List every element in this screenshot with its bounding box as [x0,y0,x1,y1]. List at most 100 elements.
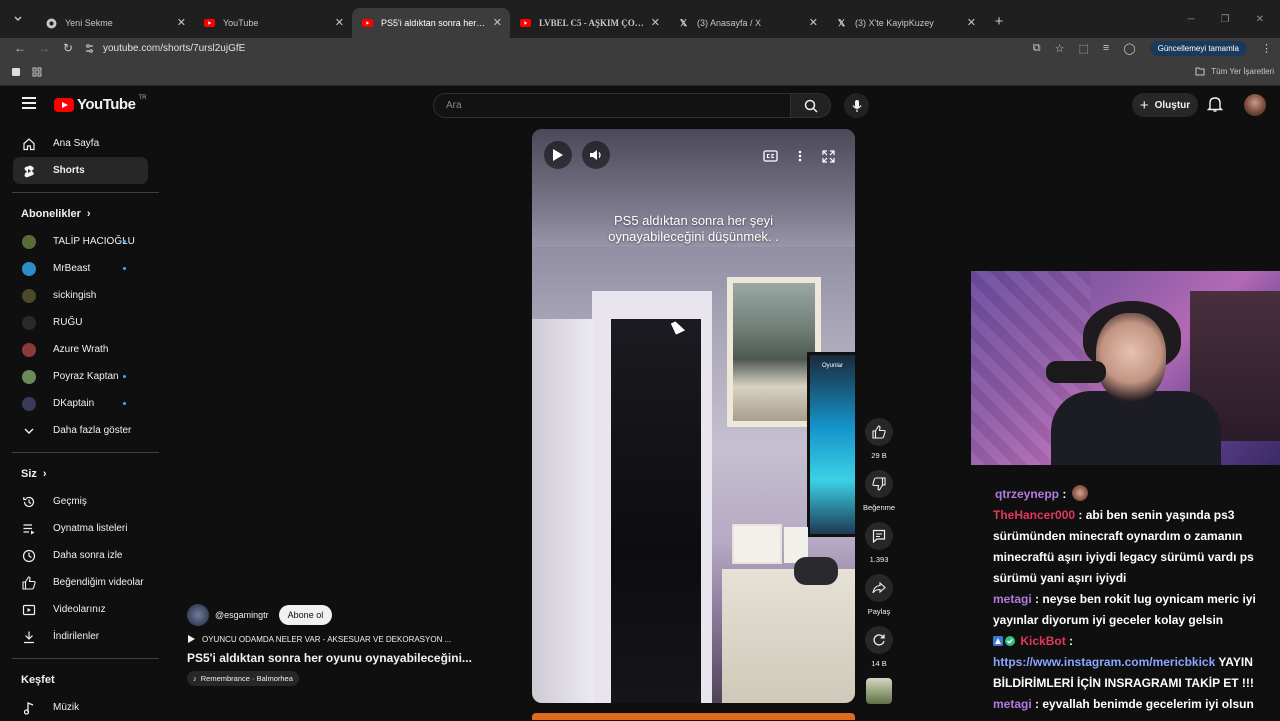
sidebar-subscription-item[interactable]: DKaptain [13,390,148,417]
close-icon[interactable]: ✕ [493,16,502,29]
notifications-bell-icon[interactable] [1207,96,1223,113]
sidebar-subscription-item[interactable]: MrBeast [13,255,148,282]
maximize-icon[interactable]: ❐ [1221,14,1230,25]
account-avatar[interactable] [1244,94,1266,116]
install-app-icon[interactable]: ⧉ [1033,42,1041,55]
next-short-preview[interactable] [532,713,855,720]
chat-link[interactable]: https://www.instagram.com/mericbkick [993,655,1215,669]
close-icon[interactable]: ✕ [967,16,976,29]
close-icon[interactable]: ✕ [809,16,818,29]
remix-button[interactable]: 14 B [860,626,898,678]
subscribe-button[interactable]: Abone ol [278,605,333,625]
volume-button[interactable] [582,141,610,169]
search-button[interactable] [791,93,831,118]
channel-avatar[interactable] [187,604,209,626]
like-button[interactable]: 29 B [860,418,898,470]
captions-icon[interactable] [763,150,778,162]
like-count: 29 B [871,451,887,460]
reload-icon[interactable]: ↻ [56,41,80,55]
music-chip[interactable]: ♪ Remembrance · Balmorhea [187,671,299,686]
voice-search-button[interactable] [844,93,869,118]
create-button[interactable]: + Oluştur [1132,93,1198,117]
sidebar: Ana Sayfa Shorts Abonelikler › TALİP HAC… [0,130,160,720]
subscriptions-heading[interactable]: Abonelikler › [0,200,160,228]
browser-tab[interactable]: LVBEL C5 - AŞKIM ÇOK PARDON ✕ [510,8,668,38]
address-bar: ← → ↻ youtube.com/shorts/7ursl2ujGfE ⧉ ☆… [0,38,1280,58]
channel-avatar [22,369,36,384]
sidebar-item-your-videos[interactable]: Videolarınız [13,596,148,623]
play-button[interactable] [544,141,572,169]
sidebar-subscription-item[interactable]: sickingish [13,282,148,309]
apps-grid-icon[interactable] [32,67,42,77]
media-controls-icon[interactable]: ≡ [1103,42,1109,54]
browser-menu-icon[interactable]: ⋮ [1261,42,1272,55]
playlist-link[interactable]: OYUNCU ODAMDA NELER VAR - AKSESUAR VE DE… [187,634,517,644]
sidebar-item-shorts[interactable]: Shorts [13,157,148,184]
show-more-button[interactable]: Daha fazla göster [13,417,148,444]
sidebar-item-playlists[interactable]: Oynatma listeleri [13,515,148,542]
close-icon[interactable]: ✕ [177,16,186,29]
browser-tab[interactable]: YouTube ✕ [194,8,352,38]
chat-separator: : [1035,697,1040,711]
caption-line: oynayabileceğini düşünmek. . [608,229,779,244]
sidebar-item-label: DKaptain [53,398,95,409]
browser-tab[interactable]: Yeni Sekme ✕ [36,8,194,38]
shorts-video-player[interactable]: Oyunlar PS5 aldıktan sonra her şeyi oyna… [532,129,855,703]
bookmark-app-icon[interactable] [11,67,21,77]
minimize-icon[interactable]: ─ [1188,14,1195,25]
channel-name[interactable]: @esgamingtr [215,610,269,620]
bookmarks-bar: Tüm Yer İşaretleri [0,58,1280,86]
extensions-icon[interactable]: ⬚ [1078,42,1088,55]
sidebar-item-liked[interactable]: Beğendiğim videolar [13,569,148,596]
explore-title: Keşfet [21,674,55,686]
site-info-icon[interactable] [84,43,95,54]
sidebar-item-label: Beğendiğim videolar [53,577,144,588]
browser-tab-active[interactable]: PS5'i aldıktan sonra her oyunu oynayabil… [352,8,510,38]
new-tab-button[interactable]: + [984,13,1014,30]
chat-username: TheHancer000 [993,508,1076,522]
search-input[interactable] [433,93,791,118]
forward-icon[interactable]: → [32,41,56,55]
sidebar-item-downloads[interactable]: İndirilenler [13,623,148,650]
sidebar-subscription-item[interactable]: Poyraz Kaptan [13,363,148,390]
browser-tab[interactable]: 𝕏 (3) X'te KayipKuzey ✕ [826,8,984,38]
music-thumbnail[interactable] [866,678,892,704]
streamer-webcam-overlay [971,271,1280,465]
sidebar-subscription-item[interactable]: TALİP HACIOĞLU [13,228,148,255]
sidebar-item-label: Daha sonra izle [53,550,123,561]
playlist-title: OYUNCU ODAMDA NELER VAR - AKSESUAR VE DE… [202,634,452,644]
all-bookmarks-button[interactable]: Tüm Yer İşaretleri [1195,67,1280,76]
sidebar-item-history[interactable]: Geçmiş [13,488,148,515]
close-window-icon[interactable]: ✕ [1256,14,1264,25]
youtube-logo[interactable]: YouTube TR [54,95,146,113]
bookmark-star-icon[interactable]: ☆ [1055,42,1065,55]
sidebar-item-watch-later[interactable]: Daha sonra izle [13,542,148,569]
chrome-icon [46,18,57,29]
chat-message: TheHancer000 : abi ben senin yaşında ps3… [993,505,1277,589]
back-icon[interactable]: ← [8,41,32,55]
sidebar-item-home[interactable]: Ana Sayfa [13,130,148,157]
share-label: Paylaş [867,607,891,616]
close-icon[interactable]: ✕ [651,16,660,29]
close-icon[interactable]: ✕ [335,16,344,29]
remix-count: 14 B [871,659,887,668]
sidebar-subscription-item[interactable]: Azure Wrath [13,336,148,363]
sidebar-item-music[interactable]: Müzik [13,694,148,721]
chevron-right-icon: › [42,468,47,480]
shorts-icon [24,165,34,177]
sidebar-subscription-item[interactable]: RUĞU [13,309,148,336]
profile-icon[interactable]: ◯ [1123,42,1135,55]
browser-tab[interactable]: 𝕏 (3) Anasayfa / X ✕ [668,8,826,38]
tab-search-button[interactable] [0,0,36,38]
you-heading[interactable]: Siz › [0,460,160,488]
comments-button[interactable]: 1.393 [860,522,898,574]
update-button[interactable]: Güncellemeyi tamamla [1149,40,1247,56]
comment-count: 1.393 [869,555,889,564]
dislike-button[interactable]: Beğenme [860,470,898,522]
menu-icon[interactable] [22,97,36,109]
share-button[interactable]: Paylaş [860,574,898,626]
url-field[interactable]: youtube.com/shorts/7ursl2ujGfE [84,43,1024,54]
video-title[interactable]: PS5'i aldıktan sonra her oyunu oynayabil… [187,651,487,665]
more-options-icon[interactable] [798,150,802,162]
fullscreen-icon[interactable] [822,149,835,163]
